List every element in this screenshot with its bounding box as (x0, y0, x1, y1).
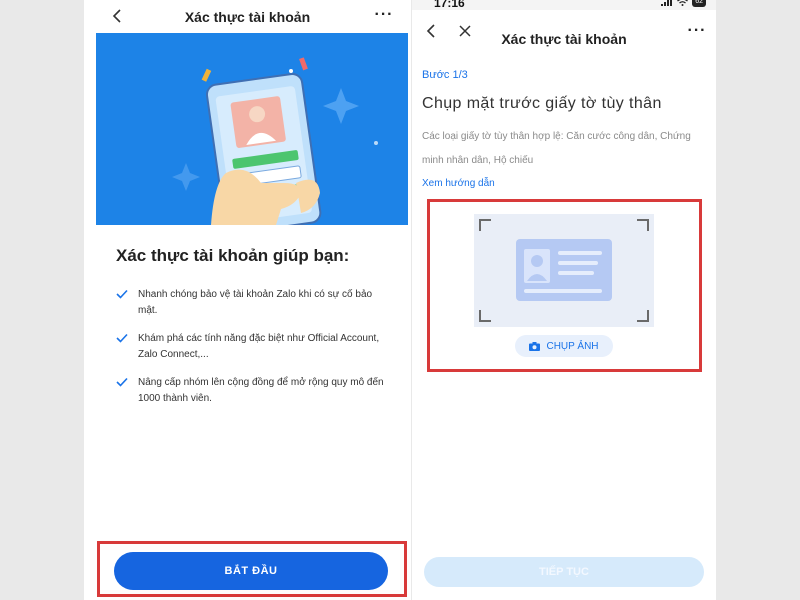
benefit-item: Nhanh chóng bảo vệ tài khoản Zalo khi có… (116, 287, 386, 319)
frame-corner (479, 219, 491, 231)
valid-documents-description: Các loại giấy tờ tùy thân hợp lệ: Căn cư… (422, 131, 691, 166)
id-card-icon (516, 239, 612, 301)
benefit-text: Nhanh chóng bảo vệ tài khoản Zalo khi có… (138, 289, 373, 316)
benefit-item: Khám phá các tính năng đặc biệt như Offi… (116, 331, 386, 363)
capture-photo-button[interactable]: CHỤP ẢNH (515, 335, 613, 357)
step-label: Bước 1/3 (422, 69, 468, 81)
left-header: Xác thực tài khoản ··· (84, 0, 411, 33)
check-icon (116, 289, 128, 319)
more-icon[interactable]: ··· (371, 2, 397, 28)
view-guide-link[interactable]: Xem hướng dẫn (422, 178, 495, 189)
phone-illustration (172, 57, 378, 225)
frame-corner (479, 310, 491, 322)
benefits-heading: Xác thực tài khoản giúp bạn: (116, 246, 350, 265)
left-screen: Xác thực tài khoản ··· Xác thực tài khoả… (84, 0, 411, 600)
check-icon (116, 377, 128, 407)
id-card-scan-frame[interactable] (474, 214, 654, 327)
start-button[interactable]: BẮT ĐẦU (114, 552, 388, 590)
capture-heading: Chụp mặt trước giấy tờ tùy thân (422, 95, 662, 112)
illustration-banner (96, 33, 408, 225)
benefit-text: Khám phá các tính năng đặc biệt như Offi… (138, 333, 380, 360)
check-icon (116, 333, 128, 363)
frame-corner (637, 310, 649, 322)
left-header-title: Xác thực tài khoản (184, 8, 311, 25)
benefit-text: Nâng cấp nhóm lên cộng đồng để mở rộng q… (138, 377, 384, 404)
continue-button[interactable]: TIẾP TỤC (424, 557, 704, 587)
frame-corner (637, 219, 649, 231)
benefit-item: Nâng cấp nhóm lên cộng đồng để mở rộng q… (116, 375, 386, 407)
capture-label: CHỤP ẢNH (546, 340, 599, 352)
camera-icon (529, 341, 541, 351)
